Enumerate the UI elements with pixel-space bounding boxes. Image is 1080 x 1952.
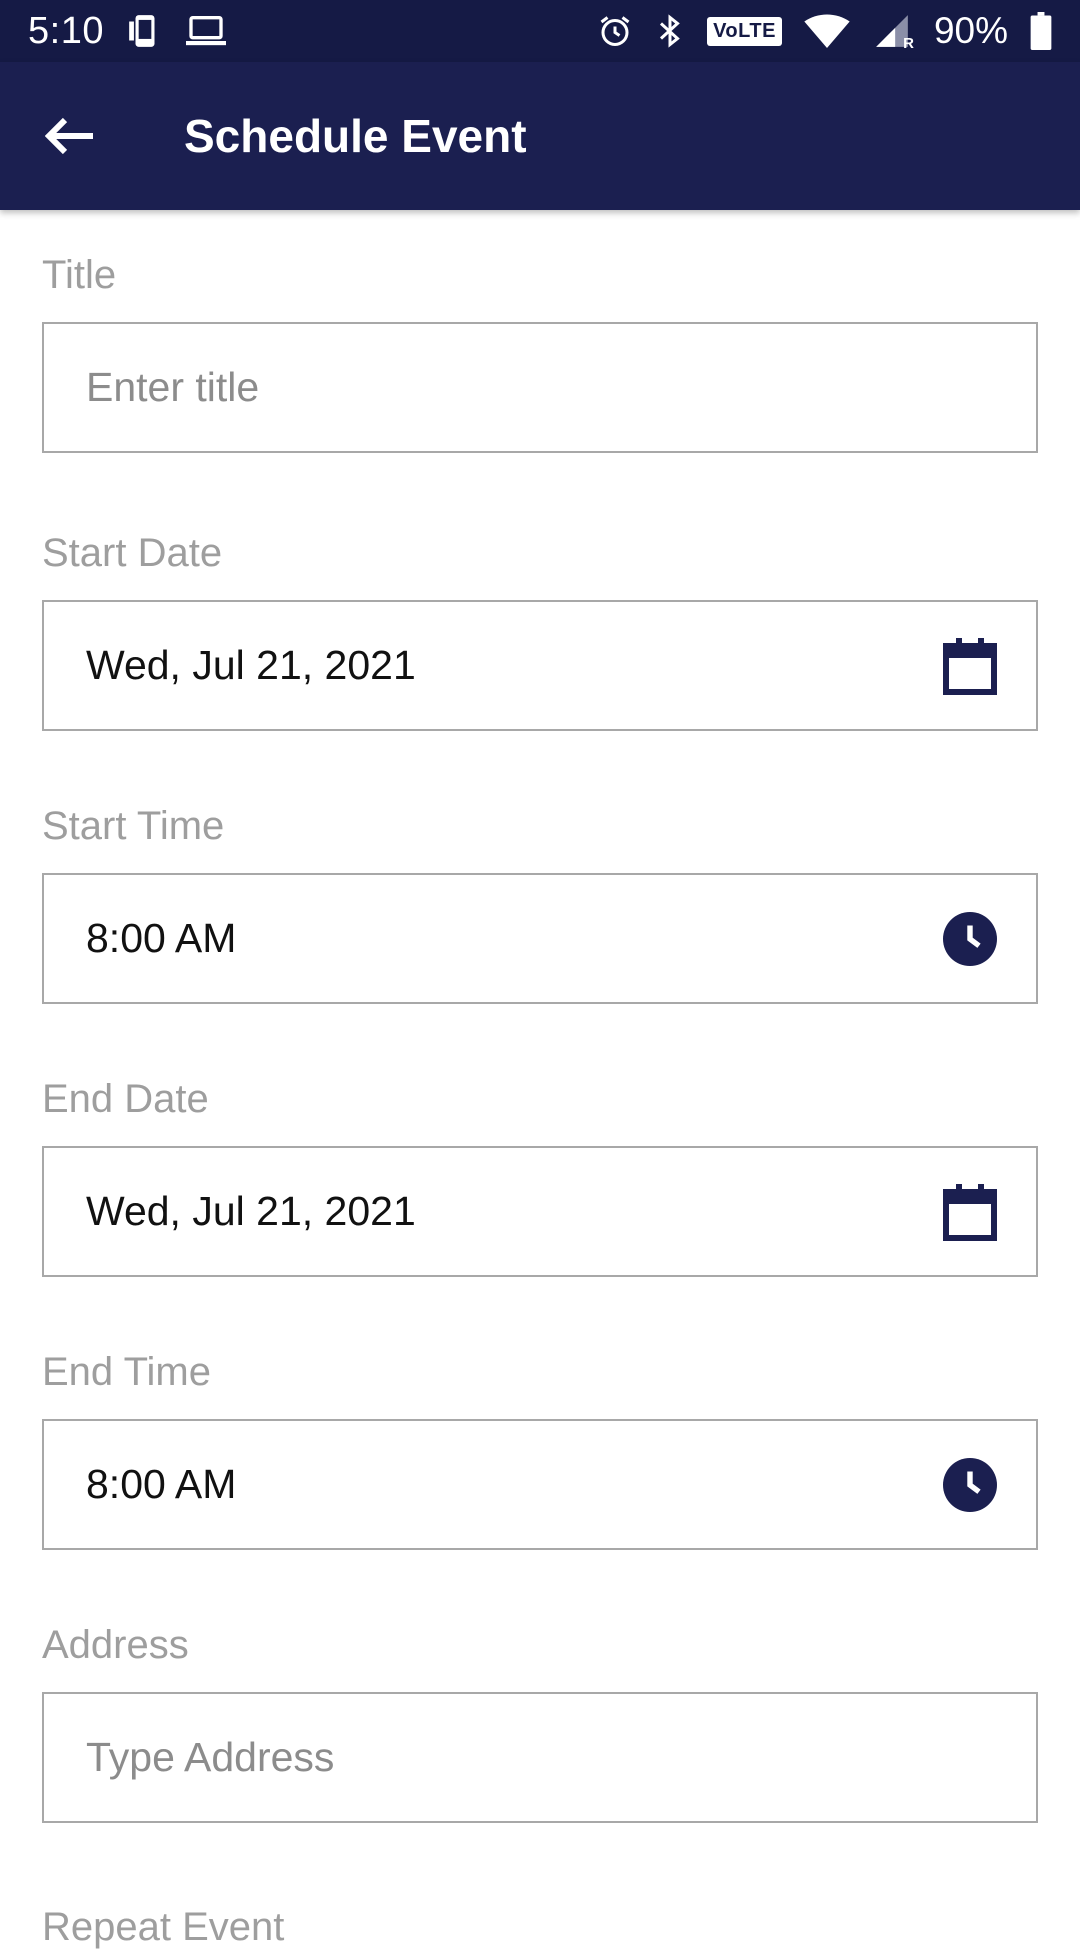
repeat-event-label: Repeat Event <box>42 1905 285 1949</box>
start-time-field[interactable]: 8:00 AM <box>42 873 1038 1004</box>
title-input[interactable] <box>86 364 998 411</box>
clock-icon[interactable] <box>942 1457 998 1513</box>
clock-icon[interactable] <box>942 911 998 967</box>
calendar-icon[interactable] <box>942 637 998 695</box>
laptop-icon <box>185 13 226 49</box>
end-time-field-group: End Time 8:00 AM <box>42 1347 1038 1550</box>
end-date-field-group: End Date Wed, Jul 21, 2021 <box>42 1074 1038 1277</box>
start-date-field[interactable]: Wed, Jul 21, 2021 <box>42 600 1038 731</box>
calendar-icon[interactable] <box>942 1183 998 1241</box>
bluetooth-icon <box>655 12 685 50</box>
address-field[interactable] <box>42 1692 1038 1823</box>
address-field-group: Address <box>42 1620 1038 1823</box>
title-field-group: Title <box>42 250 1038 453</box>
end-date-label: End Date <box>42 1077 209 1121</box>
address-label: Address <box>42 1623 189 1667</box>
start-time-label: Start Time <box>42 804 225 848</box>
start-date-field-group: Start Date Wed, Jul 21, 2021 <box>42 528 1038 731</box>
battery-percent: 90% <box>933 10 1008 51</box>
title-field[interactable] <box>42 322 1038 453</box>
end-time-label: End Time <box>42 1350 211 1394</box>
back-button[interactable] <box>0 62 146 210</box>
status-bar: 5:10 VoLTE R 90% <box>0 0 1080 62</box>
status-time: 5:10 <box>28 9 104 52</box>
start-date-value: Wed, Jul 21, 2021 <box>86 642 416 688</box>
app-bar: Schedule Event <box>0 62 1080 210</box>
address-input[interactable] <box>86 1734 998 1781</box>
end-date-value: Wed, Jul 21, 2021 <box>86 1188 416 1234</box>
title-label: Title <box>42 253 117 297</box>
phone-sync-icon <box>126 12 164 50</box>
end-time-field[interactable]: 8:00 AM <box>42 1419 1038 1550</box>
arrow-left-icon <box>45 116 97 156</box>
start-time-field-group: Start Time 8:00 AM <box>42 801 1038 1004</box>
status-right: VoLTE R 90% <box>597 10 1052 52</box>
signal-icon: R <box>872 12 914 52</box>
start-date-label: Start Date <box>42 531 223 575</box>
end-time-value: 8:00 AM <box>86 1461 237 1507</box>
status-left: 5:10 <box>28 10 226 53</box>
wifi-icon <box>804 14 850 48</box>
end-date-field[interactable]: Wed, Jul 21, 2021 <box>42 1146 1038 1277</box>
start-time-value: 8:00 AM <box>86 915 237 961</box>
battery-icon <box>1030 12 1052 50</box>
page-title: Schedule Event <box>184 110 527 162</box>
volte-icon: VoLTE <box>707 16 782 46</box>
roaming-indicator: R <box>903 35 914 52</box>
alarm-icon <box>597 13 633 49</box>
